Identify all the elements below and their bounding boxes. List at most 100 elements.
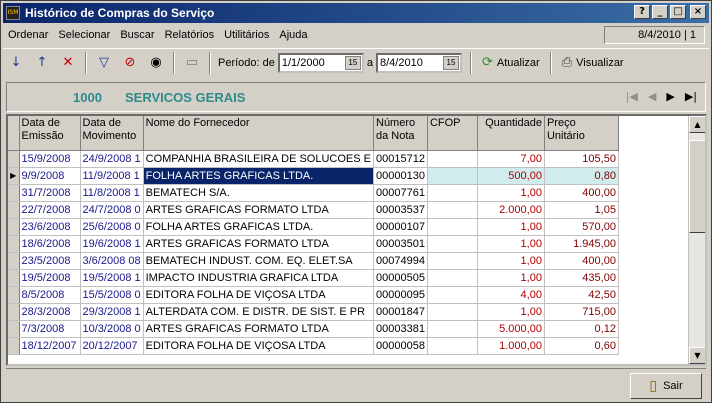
toolbar-separator xyxy=(470,51,472,74)
row-indicator xyxy=(8,269,20,287)
last-record-icon[interactable]: ▶| xyxy=(685,90,697,103)
calendar-icon[interactable]: 15 xyxy=(344,55,361,70)
table-row[interactable]: 23/6/2008 25/6/2008 0 FOLHA ARTES GRAFICAS… xyxy=(8,218,619,236)
cell-movimento: 25/6/2008 0 xyxy=(80,218,144,236)
purchase-grid[interactable]: Data de Emissão Data de Movimento Nome d… xyxy=(6,114,707,366)
sort-descending-icon[interactable]: ↑ xyxy=(29,51,55,75)
toolbar-separator xyxy=(209,51,211,74)
scroll-thumb[interactable] xyxy=(689,140,705,233)
cell-cfop xyxy=(427,320,478,338)
purchase-table: Data de Emissão Data de Movimento Nome d… xyxy=(8,116,619,355)
indicator-header xyxy=(8,116,20,151)
filter-icon[interactable]: ▽ xyxy=(91,51,117,75)
table-row[interactable]: 19/5/2008 19/5/2008 1 IMPACTO INDUSTRIA GR… xyxy=(8,269,619,287)
sort-ascending-icon[interactable]: ↓ xyxy=(3,51,29,75)
view-button[interactable]: ⎙ Visualizar xyxy=(556,51,630,75)
menu-ordenar[interactable]: Ordenar xyxy=(3,29,53,41)
prev-record-icon[interactable]: ◀ xyxy=(648,90,656,103)
table-row[interactable]: 18/6/2008 19/6/2008 1 ARTES GRAFICAS FORMA… xyxy=(8,235,619,253)
next-record-icon[interactable]: ▶ xyxy=(666,90,674,103)
date-from-field[interactable]: 1/1/2000 15 xyxy=(277,52,364,73)
toolbar-separator xyxy=(85,51,87,74)
row-indicator xyxy=(8,150,20,168)
cell-quantidade: 500,00 xyxy=(477,167,545,185)
toolbar: ↓ ↑ ✕ ▽ ⊘ ◉ ▭ Período: de 1/1/2000 15 a … xyxy=(3,48,709,76)
exit-button[interactable]: ▯ Sair xyxy=(630,373,702,399)
search-icon[interactable]: ◉ xyxy=(143,51,169,75)
vertical-scrollbar[interactable]: ▲ ▼ xyxy=(688,116,705,364)
table-row[interactable]: 28/3/2008 29/3/2008 1 ALTERDATA COM. E DIS… xyxy=(8,303,619,321)
close-button[interactable]: × xyxy=(690,5,706,19)
menu-selecionar[interactable]: Selecionar xyxy=(53,29,115,41)
service-header: 1000 SERVICOS GERAIS |◀ ◀ ▶ ▶| xyxy=(6,82,706,112)
cell-movimento: 24/7/2008 0 xyxy=(80,201,144,219)
clear-sort-icon[interactable]: ✕ xyxy=(55,51,81,75)
refresh-label: Atualizar xyxy=(496,56,540,69)
col-movimento[interactable]: Data de Movimento xyxy=(80,116,144,151)
clear-filter-icon[interactable]: ⊘ xyxy=(117,51,143,75)
window-icon[interactable]: ▭ xyxy=(179,51,205,75)
cell-quantidade: 1,00 xyxy=(477,235,545,253)
cell-movimento: 19/5/2008 1 xyxy=(80,269,144,287)
cell-nota: 00000058 xyxy=(373,337,428,355)
menu-buscar[interactable]: Buscar xyxy=(115,29,159,41)
menu-utilitarios[interactable]: Utilitários xyxy=(219,29,274,41)
row-indicator xyxy=(8,303,20,321)
minimize-button[interactable]: _ xyxy=(652,5,668,19)
table-row[interactable]: 18/12/2007 20/12/2007 EDITORA FOLHA DE VIÇ… xyxy=(8,337,619,355)
calendar-icon[interactable]: 15 xyxy=(443,55,459,70)
col-fornecedor[interactable]: Nome do Fornecedor xyxy=(143,116,375,151)
refresh-icon: ⟳ xyxy=(482,55,493,70)
table-header: Data de Emissão Data de Movimento Nome d… xyxy=(8,116,619,151)
table-row[interactable]: 22/7/2008 24/7/2008 0 ARTES GRAFICAS FORMA… xyxy=(8,201,619,219)
main-window: ISM Histórico de Compras do Serviço ? _ … xyxy=(0,0,712,403)
view-label: Visualizar xyxy=(576,56,624,69)
cell-cfop xyxy=(427,218,478,236)
cell-quantidade: 1,00 xyxy=(477,184,545,202)
menu-relatorios[interactable]: Relatórios xyxy=(160,29,220,41)
col-preco[interactable]: Preço Unitário xyxy=(544,116,619,151)
col-emissao[interactable]: Data de Emissão xyxy=(19,116,81,151)
col-nota[interactable]: Número da Nota xyxy=(373,116,428,151)
cell-preco: 42,50 xyxy=(544,286,619,304)
cell-fornecedor: ALTERDATA COM. E DISTR. DE SIST. E PR xyxy=(143,303,375,321)
cell-nota: 00001847 xyxy=(373,303,428,321)
table-row[interactable]: 7/3/2008 10/3/2008 0 ARTES GRAFICAS FORMAT… xyxy=(8,320,619,338)
cell-cfop xyxy=(427,184,478,202)
cell-preco: 400,00 xyxy=(544,184,619,202)
help-button[interactable]: ? xyxy=(634,5,650,19)
cell-nota: 00015712 xyxy=(373,150,428,168)
scroll-up-icon[interactable]: ▲ xyxy=(689,116,705,133)
col-cfop[interactable]: CFOP xyxy=(427,116,478,151)
cell-quantidade: 1,00 xyxy=(477,218,545,236)
cell-emissao: 18/6/2008 xyxy=(19,235,81,253)
row-indicator xyxy=(8,218,20,236)
cell-preco: 435,00 xyxy=(544,269,619,287)
cell-movimento: 10/3/2008 0 xyxy=(80,320,144,338)
row-indicator xyxy=(8,184,20,202)
refresh-button[interactable]: ⟳ Atualizar xyxy=(476,51,546,75)
date-to-field[interactable]: 8/4/2010 15 xyxy=(376,52,462,73)
table-row[interactable]: 23/5/2008 3/6/2008 08 BEMATECH INDUST. COM… xyxy=(8,252,619,270)
cell-preco: 0,80 xyxy=(544,167,619,185)
title-bar: ISM Histórico de Compras do Serviço ? _ … xyxy=(3,3,709,23)
cell-cfop xyxy=(427,337,478,355)
cell-movimento: 11/8/2008 1 xyxy=(80,184,144,202)
cell-quantidade: 1,00 xyxy=(477,252,545,270)
record-navigator: |◀ ◀ ▶ ▶| xyxy=(626,90,697,103)
table-row[interactable]: 31/7/2008 11/8/2008 1 BEMATECH S/A. 0000776… xyxy=(8,184,619,202)
table-row[interactable]: 8/5/2008 15/5/2008 0 EDITORA FOLHA DE VIÇO… xyxy=(8,286,619,304)
first-record-icon[interactable]: |◀ xyxy=(626,90,638,103)
col-quantidade[interactable]: Quantidade xyxy=(477,116,545,151)
cell-movimento: 24/9/2008 1 xyxy=(80,150,144,168)
cell-emissao: 19/5/2008 xyxy=(19,269,81,287)
table-row[interactable]: ▶ 9/9/2008 11/9/2008 1 FOLHA ARTES GRAFICAS… xyxy=(8,167,619,185)
scroll-down-icon[interactable]: ▼ xyxy=(689,347,705,364)
cell-cfop xyxy=(427,167,478,185)
table-row[interactable]: 15/9/2008 24/9/2008 1 COMPANHIA BRASILEIRA… xyxy=(8,150,619,168)
cell-quantidade: 1,00 xyxy=(477,303,545,321)
menu-ajuda[interactable]: Ajuda xyxy=(274,29,312,41)
cell-nota: 00003501 xyxy=(373,235,428,253)
maximize-button[interactable]: □ xyxy=(670,5,686,19)
toolbar-separator xyxy=(549,51,552,74)
